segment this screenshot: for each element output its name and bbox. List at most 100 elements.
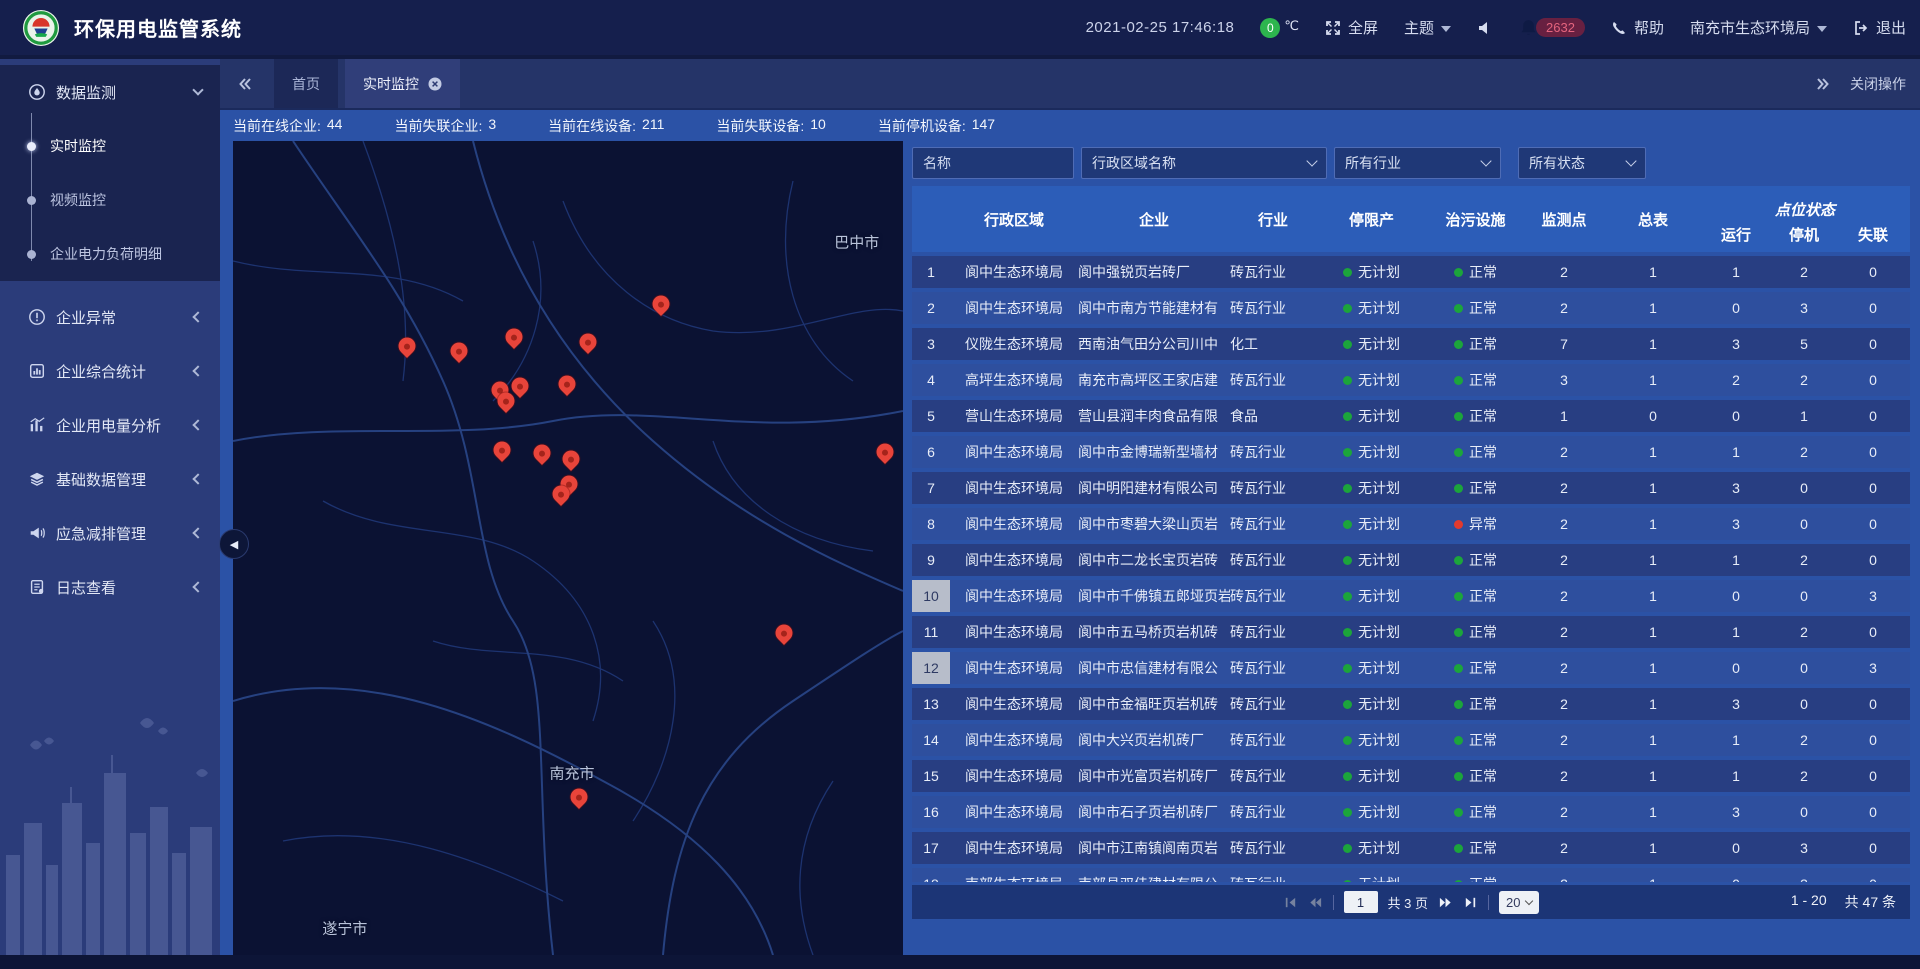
sidebar-item-企业综合统计[interactable]: 企业综合统计 [0,344,220,398]
org-menu-button[interactable]: 南充市生态环境局 [1690,17,1827,38]
notification-count-badge: 2632 [1536,18,1585,37]
sidebar-item-实时监控[interactable]: 实时监控 [0,119,220,173]
region-filter-select[interactable]: 行政区域名称 [1081,147,1327,179]
cell-disconnected: 0 [1838,364,1908,396]
sidebar-item-应急减排管理[interactable]: 应急减排管理 [0,506,220,560]
last-page-button[interactable] [1463,895,1478,910]
sidebar-item-企业电力负荷明细[interactable]: 企业电力负荷明细 [0,227,220,281]
cell-limit-status: 无计划 [1316,364,1427,396]
cell-row-number: 4 [912,364,950,396]
cell-monitor-points: 2 [1524,760,1604,792]
status-dot-icon [1343,844,1352,853]
cell-company: 营山县润丰肉食品有限 [1078,400,1230,432]
tab-实时监控[interactable]: 实时监控 [345,59,460,108]
name-filter-field[interactable] [912,147,1074,179]
previous-page-button[interactable] [1308,895,1323,910]
map-collapse-toggle[interactable]: ◀ [219,529,249,559]
map-panel[interactable]: 巴中市南充市遂宁市 ◀ [233,141,903,955]
cell-facility-status: 正常 [1427,364,1524,396]
logout-button[interactable]: 退出 [1853,17,1906,38]
table-row[interactable]: 2阆中生态环境局阆中市南方节能建材有砖瓦行业无计划正常21030 [912,292,1910,324]
table-row[interactable]: 10阆中生态环境局阆中市千佛镇五郎垭页岩砖瓦行业无计划正常21003 [912,580,1910,612]
table-row[interactable]: 13阆中生态环境局阆中市金福旺页岩机砖砖瓦行业无计划正常21300 [912,688,1910,720]
cell-total-meters: 1 [1604,868,1702,882]
cell-company: 阆中市金福旺页岩机砖 [1078,688,1230,720]
cell-stopped: 2 [1770,760,1838,792]
page-number-input[interactable] [1344,891,1378,913]
fullscreen-button[interactable]: 全屏 [1325,17,1378,38]
sidebar-item-企业用电量分析[interactable]: 企业用电量分析 [0,398,220,452]
sound-button[interactable] [1477,20,1493,36]
next-page-button[interactable] [1438,895,1453,910]
tab-首页[interactable]: 首页 [274,59,338,108]
sidebar-item-基础数据管理[interactable]: 基础数据管理 [0,452,220,506]
limit-status-label: 无计划 [1358,514,1400,534]
page-size-select[interactable]: 20 [1499,891,1539,914]
table-row[interactable]: 16阆中生态环境局阆中市石子页岩机砖厂砖瓦行业无计划正常21300 [912,796,1910,828]
table-row[interactable]: 14阆中生态环境局阆中大兴页岩机砖厂砖瓦行业无计划正常21120 [912,724,1910,756]
sidebar-item-数据监测[interactable]: 数据监测 [0,65,220,119]
cell-monitor-points: 3 [1524,364,1604,396]
notifications-button[interactable]: 2632 [1519,18,1585,37]
sidebar-item-视频监控[interactable]: 视频监控 [0,173,220,227]
cell-region: 阆中生态环境局 [950,616,1078,648]
facility-status-label: 正常 [1469,478,1497,498]
status-dot-icon [1454,340,1463,349]
cell-region: 阆中生态环境局 [950,508,1078,540]
table-row[interactable]: 7阆中生态环境局阆中明阳建材有限公司砖瓦行业无计划正常21300 [912,472,1910,504]
table-row[interactable]: 6阆中生态环境局阆中市金博瑞新型墙材砖瓦行业无计划正常21120 [912,436,1910,468]
tab-close-icon[interactable] [428,77,442,91]
table-row[interactable]: 17阆中生态环境局阆中市江南镇阆南页岩砖瓦行业无计划正常21030 [912,832,1910,864]
status-dot-icon [1343,520,1352,529]
status-dot-icon [1343,412,1352,421]
close-operations-button[interactable]: 关闭操作 [1850,74,1906,94]
cell-company: 阆中市二龙长宝页岩砖 [1078,544,1230,576]
cell-running: 0 [1702,652,1770,684]
sidebar-item-企业异常[interactable]: 企业异常 [0,290,220,344]
cell-total-meters: 1 [1604,256,1702,288]
status-filter-select[interactable]: 所有状态 [1518,147,1646,179]
table-row[interactable]: 12阆中生态环境局阆中市忠信建材有限公砖瓦行业无计划正常21003 [912,652,1910,684]
cell-region: 阆中生态环境局 [950,472,1078,504]
table-row[interactable]: 3仪陇生态环境局西南油气田分公司川中化工无计划正常71350 [912,328,1910,360]
table-row[interactable]: 18南部生态环境局南部县双佳建材有限公砖瓦行业无计划正常21030 [912,868,1910,882]
table-row[interactable]: 15阆中生态环境局阆中市光富页岩机砖厂砖瓦行业无计划正常21120 [912,760,1910,792]
industry-filter-select[interactable]: 所有行业 [1334,147,1501,179]
status-dot-icon [1454,412,1463,421]
cell-region: 阆中生态环境局 [950,796,1078,828]
cell-industry: 砖瓦行业 [1230,616,1316,648]
cell-limit-status: 无计划 [1316,436,1427,468]
first-page-button[interactable] [1283,895,1298,910]
map-city-label-巴中市: 巴中市 [834,231,879,252]
cell-disconnected: 0 [1838,760,1908,792]
facility-status-label: 正常 [1469,586,1497,606]
table-row[interactable]: 8阆中生态环境局阆中市枣碧大梁山页岩砖瓦行业无计划异常21300 [912,508,1910,540]
tab-label: 首页 [292,74,320,94]
cell-facility-status: 正常 [1427,328,1524,360]
cell-disconnected: 0 [1838,796,1908,828]
table-row[interactable]: 4高坪生态环境局南充市高坪区王家店建砖瓦行业无计划正常31220 [912,364,1910,396]
header-actions: 2021-02-25 17:46:18 0 ℃ 全屏 主题 2632 [1086,17,1906,38]
header-meters: 总表 [1604,186,1702,252]
sidebar-item-label: 日志查看 [56,577,194,598]
cell-facility-status: 正常 [1427,544,1524,576]
theme-menu-button[interactable]: 主题 [1404,17,1451,38]
help-button[interactable]: 帮助 [1611,17,1664,38]
cell-company: 阆中强锐页岩砖厂 [1078,256,1230,288]
table-row[interactable]: 11阆中生态环境局阆中市五马桥页岩机砖砖瓦行业无计划正常21120 [912,616,1910,648]
header-industry: 行业 [1230,186,1316,252]
page-title: 环保用电监管系统 [74,13,242,42]
limit-status-label: 无计划 [1358,406,1400,426]
name-filter-input[interactable] [923,155,1063,171]
cell-disconnected: 0 [1838,256,1908,288]
cell-facility-status: 正常 [1427,616,1524,648]
table-row[interactable]: 1阆中生态环境局阆中强锐页岩砖厂砖瓦行业无计划正常21120 [912,256,1910,288]
cell-running: 1 [1702,544,1770,576]
cell-limit-status: 无计划 [1316,580,1427,612]
table-row[interactable]: 9阆中生态环境局阆中市二龙长宝页岩砖砖瓦行业无计划正常21120 [912,544,1910,576]
tabs-scroll-right-button[interactable] [1814,76,1834,92]
sidebar-item-日志查看[interactable]: 日志查看 [0,560,220,614]
tabs-scroll-left-button[interactable] [236,76,256,92]
cell-row-number: 7 [912,472,950,504]
table-row[interactable]: 5营山生态环境局营山县润丰肉食品有限食品无计划正常10010 [912,400,1910,432]
